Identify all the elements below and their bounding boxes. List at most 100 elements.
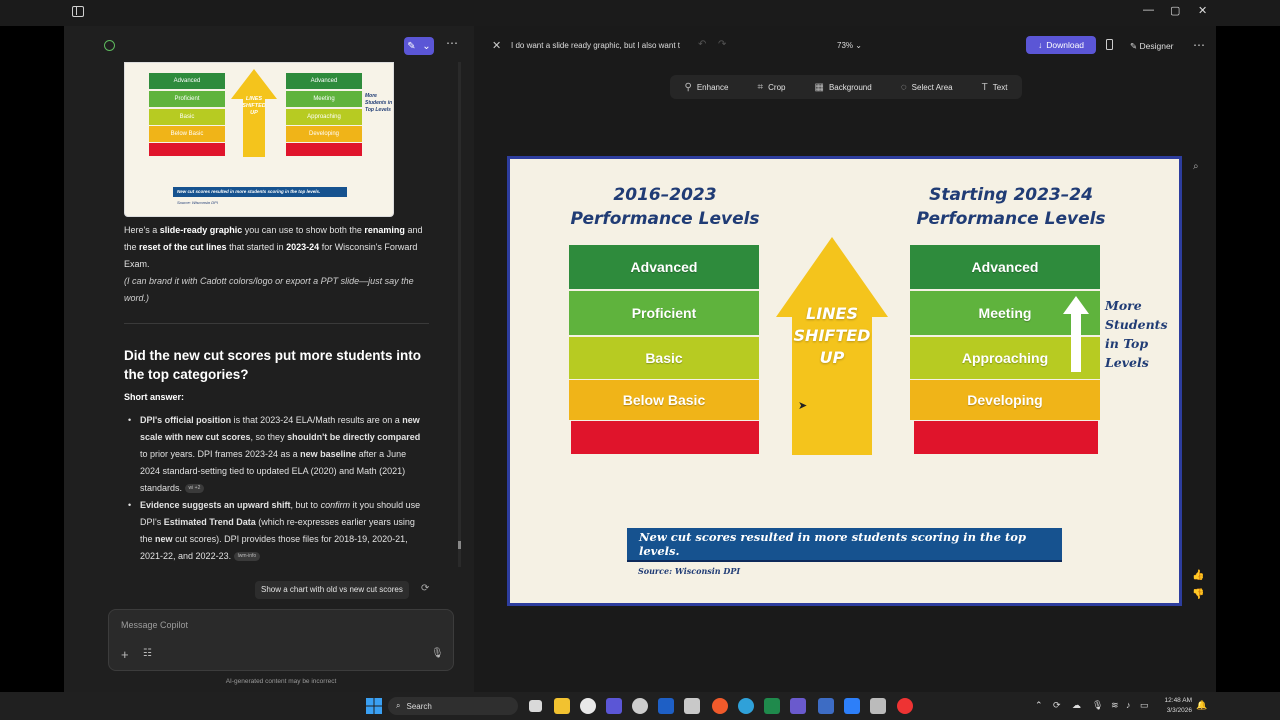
- thumbs-up-icon[interactable]: 👍: [1192, 570, 1204, 581]
- sidebar-toggle-icon[interactable]: [72, 6, 84, 17]
- excel-icon[interactable]: [764, 698, 780, 714]
- image-info-icon[interactable]: ⌕: [1193, 161, 1199, 172]
- clock-date: 3/3/2026: [1166, 707, 1192, 714]
- chrome-icon[interactable]: [580, 698, 596, 714]
- more-options-icon[interactable]: ⋯: [446, 36, 458, 50]
- right-title-years: Starting 2023–24: [929, 185, 1093, 205]
- message-input-box[interactable]: Message Copilot + ☷ 🎙: [108, 609, 454, 671]
- suggestion-chip[interactable]: Show a chart with old vs new cut scores: [255, 581, 409, 599]
- zoom-dropdown[interactable]: 73% ⌄: [837, 41, 862, 50]
- chat-scrollbar-thumb[interactable]: [458, 541, 461, 549]
- add-icon[interactable]: +: [121, 647, 129, 662]
- app-icon[interactable]: [818, 698, 834, 714]
- settings-sliders-icon[interactable]: ☷: [143, 648, 152, 659]
- redo-icon[interactable]: ↷: [718, 39, 726, 50]
- arrow-label: LINES SHIFTED UP: [776, 303, 888, 369]
- file-explorer-icon[interactable]: [554, 698, 570, 714]
- right-level-advanced: Advanced: [910, 245, 1100, 289]
- teams-icon[interactable]: [790, 698, 806, 714]
- more-label-line: Students: [1105, 317, 1168, 332]
- left-level-proficient: Proficient: [569, 291, 759, 335]
- app-icon[interactable]: [632, 698, 648, 714]
- tray-chevron-icon[interactable]: ⌃: [1035, 700, 1043, 711]
- search-label: Search: [406, 701, 432, 711]
- windows-start-icon[interactable]: [366, 698, 382, 714]
- app-icon[interactable]: [897, 698, 913, 714]
- notification-icon[interactable]: 🔔: [1196, 700, 1207, 711]
- calculator-icon[interactable]: [870, 698, 886, 714]
- microphone-icon[interactable]: 🎙: [1092, 700, 1103, 711]
- todo-icon[interactable]: [844, 698, 860, 714]
- tool-label: Text: [992, 82, 1008, 92]
- sync-icon[interactable]: ⟳: [1053, 700, 1061, 711]
- thumb-level-right-red: [286, 143, 362, 156]
- thumb-level-left-red: [149, 143, 225, 156]
- tool-label: Crop: [768, 82, 786, 92]
- suggestion-refresh-icon[interactable]: ⟳: [421, 583, 429, 594]
- chevron-down-icon: ⌄: [422, 40, 431, 52]
- citation-badge[interactable]: wi +2: [184, 484, 205, 494]
- text: Here's a: [124, 225, 158, 235]
- enhance-button[interactable]: ⚲ Enhance: [685, 82, 729, 93]
- select-area-button[interactable]: ◌ Select Area: [901, 82, 953, 93]
- text-button[interactable]: T Text: [982, 82, 1008, 93]
- close-window-button[interactable]: ✕: [1198, 4, 1207, 17]
- citation-badge[interactable]: lwm-info: [233, 552, 261, 562]
- thumb-level-left: Below Basic: [149, 126, 225, 142]
- download-icon: ↓: [1037, 40, 1043, 50]
- text-bold: shouldn't be directly compared: [287, 432, 421, 442]
- clock[interactable]: 12:48 AM 3/3/2026: [1158, 696, 1192, 716]
- mobile-view-icon[interactable]: [1106, 39, 1113, 50]
- slide-canvas[interactable]: 2016–2023 Performance Levels Starting 20…: [507, 156, 1182, 606]
- message-input[interactable]: Message Copilot: [121, 620, 188, 630]
- task-view-icon[interactable]: [529, 700, 542, 712]
- right-level-minimal: [914, 421, 1098, 454]
- wifi-icon[interactable]: ≋: [1111, 700, 1119, 711]
- thumbs-down-icon[interactable]: 👎: [1192, 589, 1204, 600]
- app-icon[interactable]: [684, 698, 700, 714]
- new-chat-button[interactable]: ✎ ⌄: [404, 37, 434, 55]
- designer-icon: ✎: [1130, 41, 1138, 51]
- onedrive-icon[interactable]: ☁: [1072, 700, 1081, 711]
- thumb-source: Source: Wisconsin DPI: [177, 200, 218, 205]
- undo-icon[interactable]: ↶: [698, 39, 706, 50]
- thumb-level-right: Advanced: [286, 73, 362, 89]
- chrome-profile-icon[interactable]: [712, 698, 728, 714]
- maximize-button[interactable]: ▢: [1170, 4, 1180, 17]
- designer-label: Designer: [1139, 41, 1174, 51]
- battery-icon[interactable]: ▭: [1140, 700, 1149, 711]
- text: , but to: [290, 500, 319, 510]
- text: to prior years. DPI frames 2023-24 as a: [140, 449, 298, 459]
- more-label-line: in Top: [1105, 336, 1149, 351]
- thumb-banner: New cut scores resulted in more students…: [173, 187, 347, 197]
- slide-thumbnail[interactable]: Advanced Proficient Basic Below Basic LI…: [124, 62, 394, 217]
- designer-button[interactable]: ✎ Designer: [1130, 41, 1174, 52]
- minimize-button[interactable]: —: [1143, 4, 1154, 16]
- taskbar-search[interactable]: ⌕ Search: [388, 697, 518, 715]
- right-column-title: Starting 2023–24 Performance Levels: [906, 183, 1116, 231]
- outlook-icon[interactable]: [658, 698, 674, 714]
- volume-icon[interactable]: ♪: [1126, 700, 1131, 710]
- arrow-label-line: UP: [819, 348, 845, 367]
- more-label-line: More: [1105, 298, 1142, 313]
- edge-icon[interactable]: [738, 698, 754, 714]
- text-bold: DPI's official position: [140, 415, 232, 425]
- download-button[interactable]: ↓ Download: [1026, 36, 1096, 54]
- search-icon: ⌕: [396, 701, 401, 710]
- more-students-label: More Students in Top Levels: [1105, 296, 1179, 372]
- left-title-years: 2016–2023: [613, 185, 717, 205]
- thumb-level-left: Advanced: [149, 73, 225, 89]
- background-button[interactable]: ▦ Background: [815, 82, 872, 93]
- arrow-label-line: LINES: [806, 304, 858, 323]
- microphone-icon[interactable]: 🎙: [431, 648, 444, 659]
- copilot-icon[interactable]: [606, 698, 622, 714]
- zoom-level: 73%: [837, 41, 854, 50]
- chat-scrollbar[interactable]: [458, 62, 461, 567]
- crop-button[interactable]: ⌗ Crop: [757, 82, 785, 93]
- more-options-icon[interactable]: ⋯: [1193, 38, 1205, 52]
- close-icon[interactable]: ✕: [492, 39, 501, 52]
- divider: [124, 323, 429, 324]
- text-italic: confirm: [320, 500, 351, 510]
- tool-label: Enhance: [696, 82, 729, 92]
- caption-banner: New cut scores resulted in more students…: [627, 528, 1062, 562]
